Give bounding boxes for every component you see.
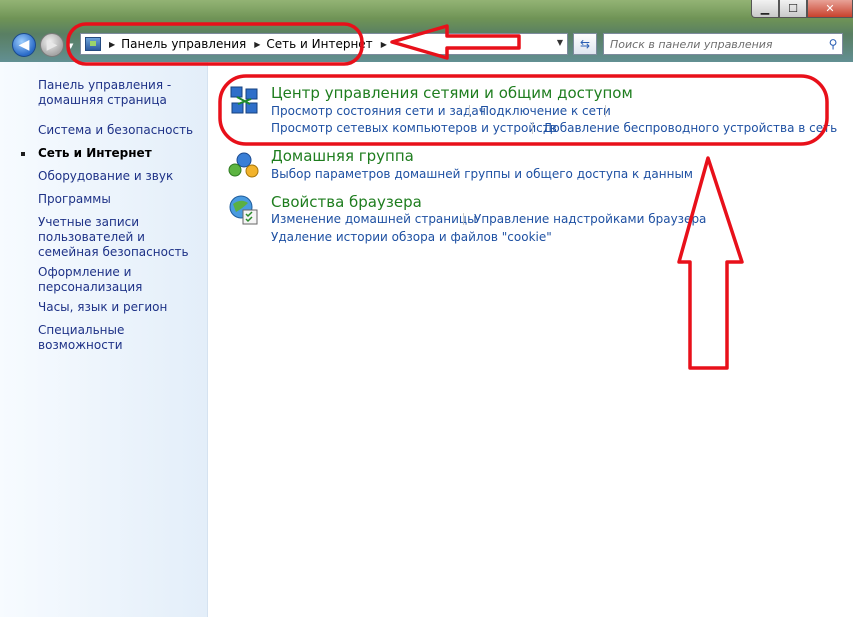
recent-pages-dropdown-icon[interactable]: ▼ bbox=[68, 42, 73, 50]
link-divider bbox=[469, 105, 470, 117]
link-change-home-page[interactable]: Изменение домашней страницы bbox=[271, 212, 477, 226]
sidebar-item-system-security[interactable]: Система и безопасность bbox=[38, 123, 203, 138]
sidebar-item-hardware-sound[interactable]: Оборудование и звук bbox=[38, 169, 203, 184]
maximize-button[interactable]: ☐ bbox=[779, 0, 807, 18]
address-bar[interactable]: ▶ Панель управления ▶ Сеть и Интернет ▶ … bbox=[80, 33, 568, 55]
caption-buttons: ▁ ☐ ✕ bbox=[751, 0, 853, 18]
sidebar-item-home[interactable]: Панель управления - домашняя страница bbox=[38, 78, 203, 108]
sidebar-item-user-accounts[interactable]: Учетные записи пользователей и семейная … bbox=[38, 215, 198, 260]
back-button[interactable]: ◀ bbox=[12, 33, 36, 57]
link-delete-browsing-history[interactable]: Удаление истории обзора и файлов "cookie… bbox=[271, 230, 552, 244]
sidebar-item-accessibility[interactable]: Специальные возможности bbox=[38, 323, 203, 353]
sidebar-item-network-internet: Сеть и Интернет bbox=[38, 146, 152, 160]
breadcrumb-chevron-icon[interactable]: ▶ bbox=[109, 40, 115, 49]
link-view-network-status[interactable]: Просмотр состояния сети и задач bbox=[271, 104, 486, 118]
network-center-icon[interactable] bbox=[228, 84, 260, 116]
forward-button[interactable]: ▶ bbox=[40, 33, 64, 57]
link-view-network-computers[interactable]: Просмотр сетевых компьютеров и устройств bbox=[271, 121, 557, 135]
category-title-network-center[interactable]: Центр управления сетями и общим доступом bbox=[271, 84, 633, 102]
current-item-bullet-icon bbox=[21, 152, 25, 156]
link-divider bbox=[532, 122, 533, 134]
sidebar-item-appearance[interactable]: Оформление и персонализация bbox=[38, 265, 158, 295]
breadcrumb-chevron-icon[interactable]: ▶ bbox=[381, 40, 387, 49]
main-content bbox=[209, 62, 853, 617]
link-homegroup-settings[interactable]: Выбор параметров домашней группы и общег… bbox=[271, 167, 693, 181]
close-button[interactable]: ✕ bbox=[807, 0, 853, 18]
link-divider bbox=[463, 213, 464, 225]
search-input[interactable] bbox=[604, 36, 824, 52]
homegroup-icon[interactable] bbox=[228, 148, 260, 180]
category-title-internet-options[interactable]: Свойства браузера bbox=[271, 193, 422, 211]
breadcrumb-network-internet[interactable]: Сеть и Интернет bbox=[266, 37, 372, 51]
sidebar-item-clock-language[interactable]: Часы, язык и регион bbox=[38, 300, 203, 315]
minimize-button[interactable]: ▁ bbox=[751, 0, 779, 18]
search-icon[interactable]: ⚲ bbox=[824, 37, 842, 51]
control-panel-icon bbox=[85, 37, 101, 51]
breadcrumb-control-panel[interactable]: Панель управления bbox=[121, 37, 246, 51]
internet-options-icon[interactable] bbox=[228, 194, 260, 226]
link-manage-addons[interactable]: Управление надстройками браузера bbox=[474, 212, 706, 226]
link-connect-to-network[interactable]: Подключение к сети bbox=[480, 104, 611, 118]
refresh-button[interactable]: ⇆ bbox=[573, 33, 597, 55]
category-title-homegroup[interactable]: Домашняя группа bbox=[271, 147, 414, 165]
address-dropdown-icon[interactable]: ▼ bbox=[557, 38, 563, 47]
link-add-wireless-device[interactable]: Добавление беспроводного устройства в се… bbox=[543, 121, 837, 135]
link-divider bbox=[605, 105, 606, 117]
breadcrumb-chevron-icon[interactable]: ▶ bbox=[254, 40, 260, 49]
sidebar-item-programs[interactable]: Программы bbox=[38, 192, 203, 207]
search-box[interactable]: ⚲ bbox=[603, 33, 843, 55]
